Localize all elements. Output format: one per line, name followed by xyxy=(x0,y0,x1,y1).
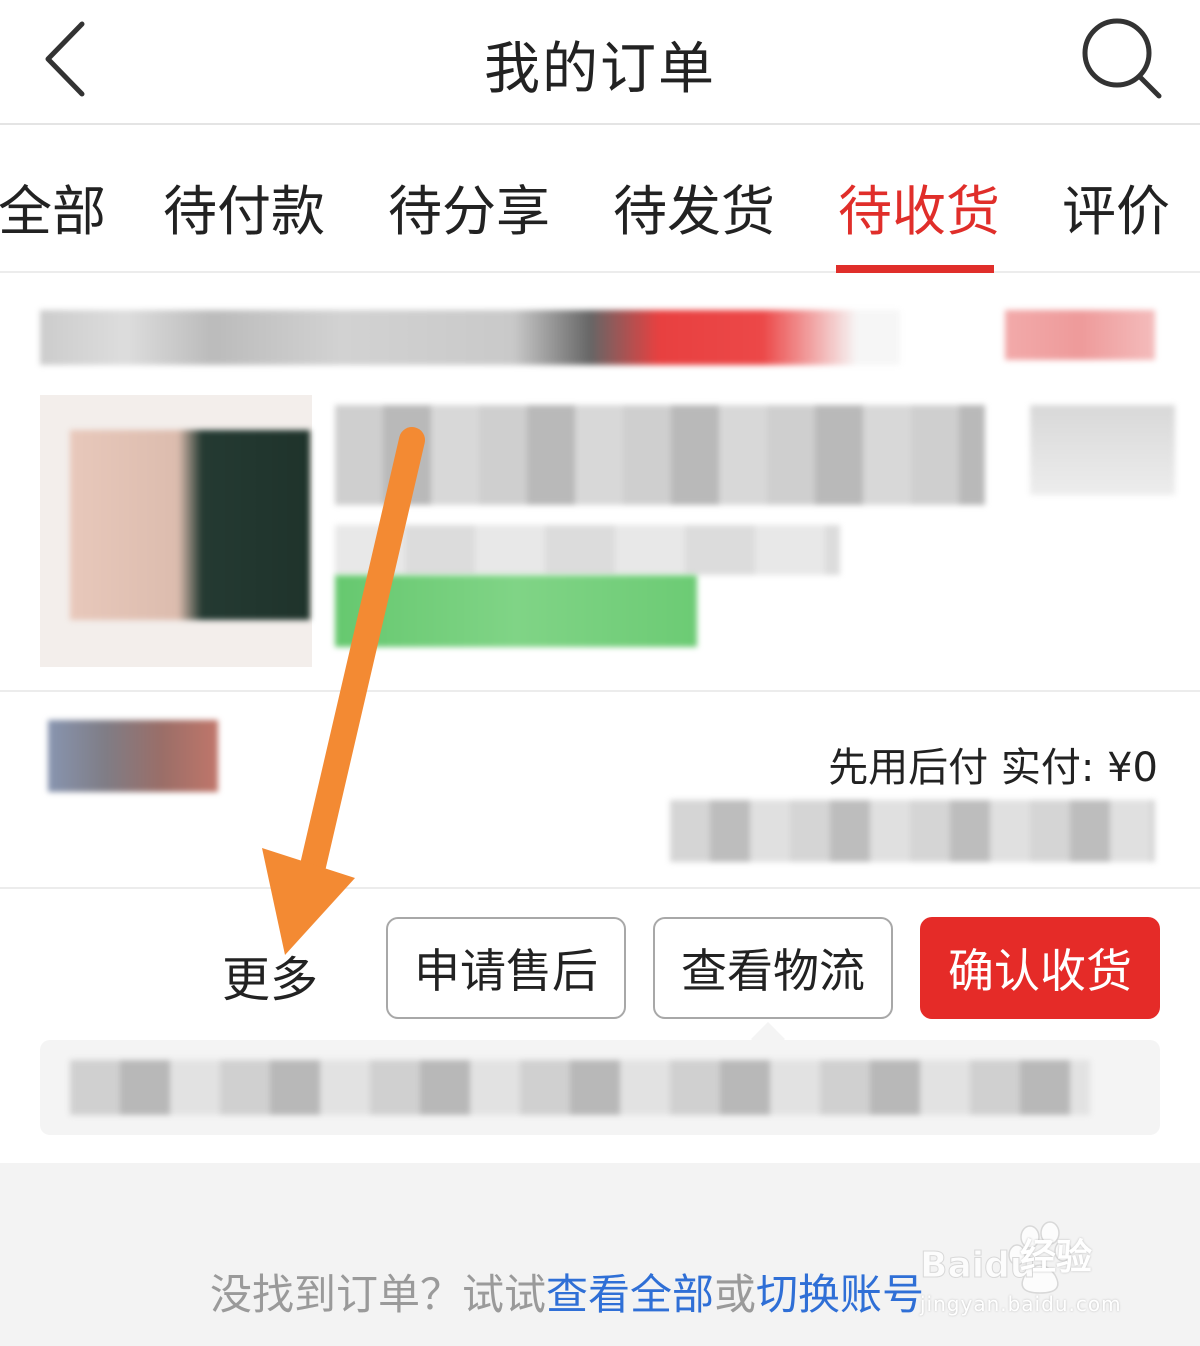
footer-hint: 没找到订单？试试查看全部或切换账号 xyxy=(210,1261,924,1322)
view-all-link[interactable]: 查看全部 xyxy=(546,1270,714,1319)
more-button[interactable]: 更多 xyxy=(222,940,318,1010)
search-button[interactable] xyxy=(1075,10,1170,105)
footer-hint-middle: 或 xyxy=(714,1270,757,1319)
tab-review[interactable]: 评价 xyxy=(1062,167,1170,246)
active-tab-indicator xyxy=(836,265,994,273)
watermark-text: 经验 xyxy=(1020,1237,1093,1278)
avatar-group-redacted xyxy=(48,720,218,792)
shop-name-redacted[interactable] xyxy=(40,310,900,365)
order-note-redacted xyxy=(670,800,1155,862)
tab-pending-share[interactable]: 待分享 xyxy=(388,167,550,246)
svg-text:Baidu: Baidu xyxy=(920,1245,1035,1286)
product-price-redacted xyxy=(1030,405,1175,495)
divider xyxy=(0,887,1200,889)
confirm-receipt-button[interactable]: 确认收货 xyxy=(920,917,1160,1019)
product-image-redacted xyxy=(70,430,310,620)
apply-after-sale-button[interactable]: 申请售后 xyxy=(386,917,626,1019)
order-status-tabs: 全部 待付款 待分享 待发货 待收货 评价 xyxy=(0,127,1200,273)
order-card[interactable]: 先用后付 实付: ¥0 更多 申请售后 查看物流 确认收货 xyxy=(0,275,1200,1163)
product-title-redacted xyxy=(335,405,985,505)
product-spec-redacted xyxy=(335,525,840,575)
logistics-tip-text-redacted xyxy=(70,1060,1090,1115)
tab-all[interactable]: 全部 xyxy=(0,167,106,246)
view-logistics-button[interactable]: 查看物流 xyxy=(653,917,893,1019)
search-icon xyxy=(1082,18,1162,99)
divider xyxy=(0,690,1200,692)
footer-hint-prefix: 没找到订单？试试 xyxy=(210,1270,547,1319)
tab-pending-shipment[interactable]: 待发货 xyxy=(613,167,775,246)
switch-account-link[interactable]: 切换账号 xyxy=(756,1270,924,1319)
tab-pending-receipt[interactable]: 待收货 xyxy=(838,167,1000,246)
payment-amount: 先用后付 实付: ¥0 xyxy=(828,745,1158,791)
top-nav-bar: 我的订单 xyxy=(0,0,1200,125)
watermark-url: jingyan.baidu.com xyxy=(920,1292,1122,1316)
page-title: 我的订单 xyxy=(484,37,716,102)
tab-pending-payment[interactable]: 待付款 xyxy=(163,167,325,246)
order-status-redacted xyxy=(1005,310,1155,360)
product-tag-redacted xyxy=(335,575,697,647)
